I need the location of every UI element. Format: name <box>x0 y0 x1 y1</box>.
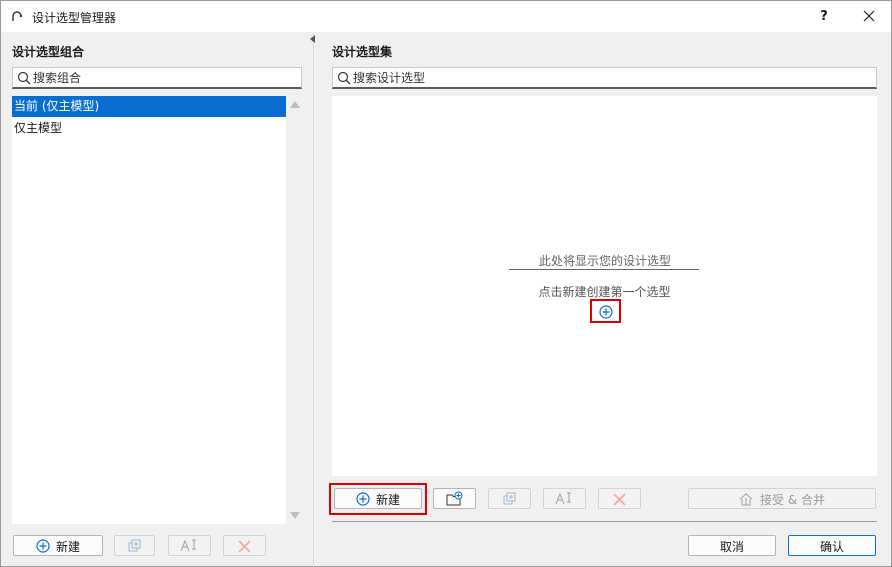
footer-divider <box>332 521 877 522</box>
delete-x-icon <box>613 493 626 506</box>
combination-scrollbar[interactable] <box>287 96 301 524</box>
empty-state-hint: 点击新建创建第一个选型 <box>538 285 671 299</box>
collapse-arrow-icon[interactable] <box>310 35 315 43</box>
option-sets-heading: 设计选型集 <box>332 45 393 59</box>
new-option-button[interactable]: 新建 <box>334 488 422 509</box>
new-folder-button[interactable] <box>433 488 476 509</box>
rename-option-button[interactable] <box>543 488 586 509</box>
empty-state-divider <box>509 269 699 270</box>
panel-splitter[interactable] <box>313 33 314 567</box>
accept-merge-button[interactable]: 接受 & 合并 <box>688 488 876 509</box>
help-button[interactable]: ? <box>807 4 841 29</box>
option-search[interactable] <box>332 67 877 89</box>
plus-circle-icon <box>599 305 613 319</box>
rename-combination-button[interactable] <box>168 535 211 556</box>
empty-state-message: 此处将显示您的设计选型 <box>538 254 671 268</box>
arc-icon <box>12 11 23 21</box>
new-combination-button[interactable]: 新建 <box>13 535 103 556</box>
rename-icon <box>180 539 196 552</box>
design-option-manager-dialog: 设计选型管理器 ? 设计选型组合 当前 (仅主模型) 仅主模型 新建 <box>0 0 892 567</box>
combination-search-input[interactable] <box>33 69 297 87</box>
empty-state-add-button[interactable] <box>590 299 621 323</box>
list-item-current[interactable]: 当前 (仅主模型) <box>12 96 286 117</box>
combination-list: 当前 (仅主模型) 仅主模型 <box>12 96 286 524</box>
duplicate-combination-button[interactable] <box>114 535 155 556</box>
delete-combination-button[interactable] <box>223 535 266 556</box>
scroll-up-arrow-icon[interactable] <box>290 101 300 108</box>
new-combination-label: 新建 <box>56 540 81 554</box>
search-icon <box>17 71 31 85</box>
cancel-button[interactable]: 取消 <box>688 535 776 556</box>
duplicate-icon <box>503 492 516 505</box>
title-bar: 设计选型管理器 ? <box>1 1 891 32</box>
delete-option-button[interactable] <box>598 488 641 509</box>
option-search-input[interactable] <box>353 69 872 87</box>
new-folder-icon <box>446 491 463 506</box>
ok-button[interactable]: 确认 <box>788 535 876 556</box>
plus-circle-icon <box>36 539 50 553</box>
duplicate-icon <box>128 539 141 552</box>
close-icon <box>863 10 875 22</box>
window-title: 设计选型管理器 <box>32 11 117 25</box>
combination-search[interactable] <box>12 67 302 89</box>
ok-label: 确认 <box>819 540 844 554</box>
close-button[interactable] <box>851 4 887 29</box>
rename-icon <box>555 492 571 505</box>
duplicate-option-button[interactable] <box>488 488 531 509</box>
new-option-label: 新建 <box>376 493 401 507</box>
delete-x-icon <box>238 540 251 553</box>
combinations-heading: 设计选型组合 <box>12 45 85 59</box>
scroll-down-arrow-icon[interactable] <box>290 512 300 519</box>
list-item-main-model-only[interactable]: 仅主模型 <box>12 118 286 139</box>
empty-state-text: 此处将显示您的设计选型 <box>332 252 877 269</box>
option-sets-panel: 此处将显示您的设计选型 点击新建创建第一个选型 <box>332 96 877 476</box>
search-icon <box>337 71 351 85</box>
accept-merge-icon <box>739 493 753 506</box>
plus-circle-icon <box>356 492 370 506</box>
accept-merge-label: 接受 & 合并 <box>760 493 825 507</box>
cancel-label: 取消 <box>719 540 744 554</box>
